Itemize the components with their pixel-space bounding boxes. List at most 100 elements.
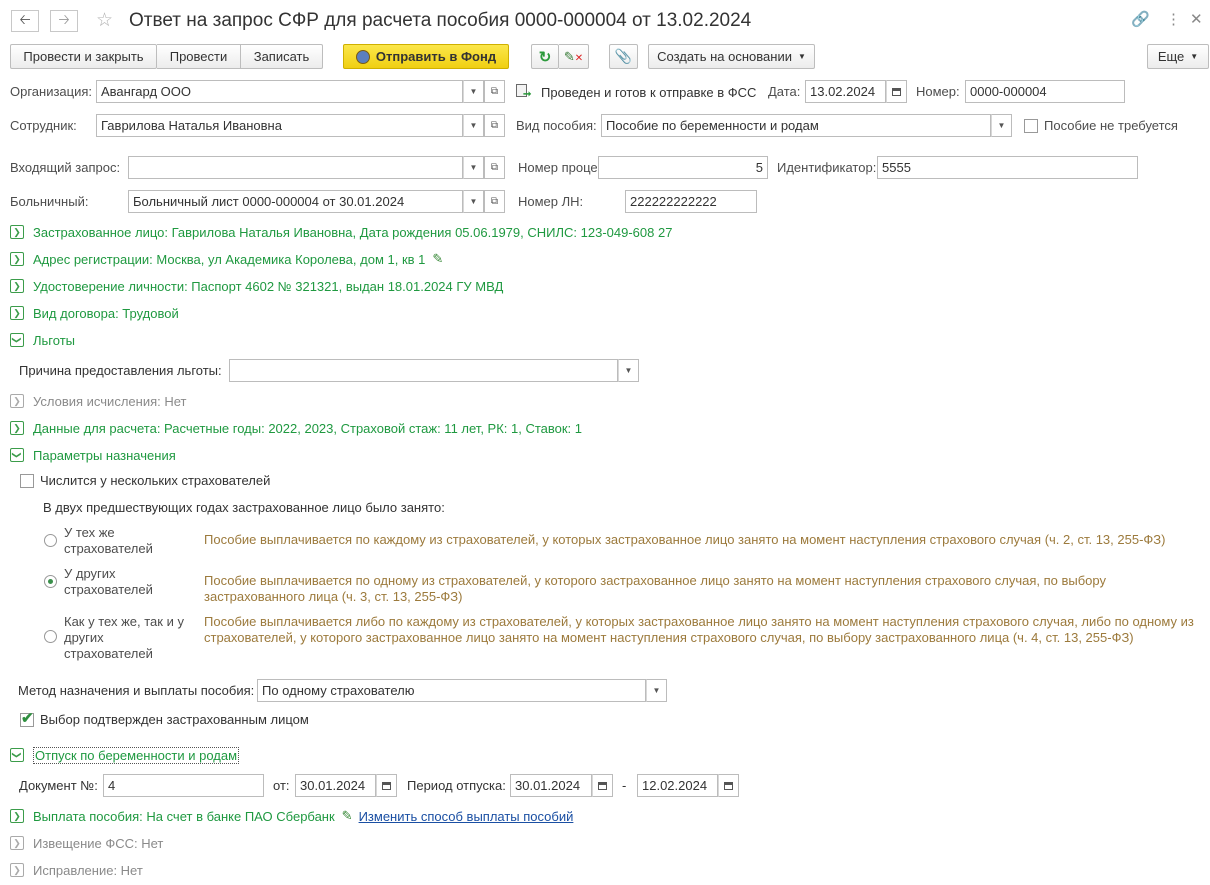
chevron-down-icon: ▼ [469,163,478,172]
radio-same-description: Пособие выплачивается по каждому из стра… [204,532,1166,547]
process-number-field[interactable]: 5 [598,156,768,179]
period-end-calendar-button[interactable] [718,774,739,797]
group-payment[interactable]: ❯ Выплата пособия: На счет в банке ПАО С… [10,807,573,825]
payment-text: Выплата пособия: На счет в банке ПАО Сбе… [33,808,335,824]
group-fss-notice[interactable]: ❯ Извещение ФСС: Нет [10,834,163,852]
group-calc-data[interactable]: ❯ Данные для расчета: Расчетные годы: 20… [10,419,582,437]
ln-number-label: Номер ЛН: [518,194,584,209]
incoming-request-dropdown[interactable]: ▼ [463,156,484,179]
identifier-label: Идентификатор: [777,160,877,175]
radio-same-insurers[interactable] [44,534,57,547]
group-correction[interactable]: ❯ Исправление: Нет [10,861,143,879]
open-window-icon: ⧉ [490,86,499,97]
chevron-right-icon: ❯ [10,809,24,823]
favorite-star-icon[interactable]: ☆ [96,10,113,32]
several-insurers-label: Числится у нескольких страхователей [40,473,271,488]
document-number-label: Документ №: [19,778,98,793]
radio-same-label: У тех же страхователей [64,525,153,556]
link-icon[interactable]: 🔗 [1131,10,1150,30]
chevron-right-icon: ❯ [10,394,24,408]
more-menu-button[interactable]: Еще ▼ [1147,44,1209,69]
period-start-calendar-button[interactable] [592,774,613,797]
ln-number-field[interactable]: 222222222222 [625,190,757,213]
sick-leave-open-button[interactable]: ⧉ [484,190,505,213]
incoming-request-open-button[interactable]: ⧉ [484,156,505,179]
clear-edit-button[interactable]: ✎✕ [559,44,589,69]
sick-leave-dropdown[interactable]: ▼ [463,190,484,213]
forward-button[interactable]: 🡢 [50,10,78,32]
date-field[interactable]: 13.02.2024 [805,80,886,103]
organization-field[interactable]: Авангард ООО [96,80,463,103]
from-date-label: от: [273,778,290,793]
benefit-reason-field[interactable] [229,359,618,382]
leave-period-label: Период отпуска: [407,778,506,793]
chevron-down-icon: ▼ [624,366,633,375]
number-field[interactable]: 0000-000004 [965,80,1125,103]
group-maternity[interactable]: ❯ Отпуск по беременности и родам [10,746,240,764]
radio-other-insurers[interactable] [44,575,57,588]
chevron-down-icon: ❯ [10,748,24,762]
paperclip-icon: 📎 [614,48,633,64]
send-to-fund-button[interactable]: Отправить в Фонд [343,44,509,69]
benefit-reason-label: Причина предоставления льготы: [19,363,222,378]
checkmark-icon: ✔ [21,710,34,727]
employee-dropdown[interactable]: ▼ [463,114,484,137]
sick-leave-field[interactable]: Больничный лист 0000-000004 от 30.01.202… [128,190,463,213]
change-payment-link[interactable]: Изменить способ выплаты пособий [359,809,574,824]
pencil-icon[interactable]: ✎ [342,808,353,824]
group-address[interactable]: ❯ Адрес регистрации: Москва, ул Академик… [10,250,443,268]
several-insurers-checkbox[interactable] [20,474,34,488]
chevron-right-icon: ❯ [10,306,24,320]
more-vertical-icon[interactable]: ⋮ [1166,10,1181,30]
address-text: Адрес регистрации: Москва, ул Академика … [33,251,426,267]
method-field[interactable]: По одному страхователю [257,679,646,702]
benefit-type-field[interactable]: Пособие по беременности и родам [601,114,991,137]
chevron-right-icon: ❯ [10,863,24,877]
group-params[interactable]: ❯ Параметры назначения [10,446,176,464]
open-window-icon: ⧉ [490,162,499,173]
group-calc-conditions[interactable]: ❯ Условия исчисления: Нет [10,392,186,410]
group-contract[interactable]: ❯ Вид договора: Трудовой [10,304,179,322]
calc-data-text: Данные для расчета: Расчетные годы: 2022… [33,420,583,436]
number-label: Номер: [916,84,960,99]
chevron-right-icon: ❯ [10,279,24,293]
pencil-icon[interactable]: ✎ [432,251,443,267]
period-end-field[interactable]: 12.02.2024 [637,774,718,797]
create-based-on-button[interactable]: Создать на основании ▼ [648,44,815,69]
from-date-calendar-button[interactable] [376,774,397,797]
from-date-field[interactable]: 30.01.2024 [295,774,376,797]
calendar-icon [724,781,733,790]
calendar-icon [892,87,901,96]
group-identity[interactable]: ❯ Удостоверение личности: Паспорт 4602 №… [10,277,503,295]
document-number-field[interactable]: 4 [103,774,264,797]
confirmed-checkbox[interactable]: ✔ [20,710,34,727]
group-benefits[interactable]: ❯ Льготы [10,331,75,349]
not-required-checkbox[interactable] [1024,119,1038,133]
identifier-field[interactable]: 5555 [877,156,1138,179]
calendar-icon [598,781,607,790]
benefit-reason-dropdown[interactable]: ▼ [618,359,639,382]
benefit-type-dropdown[interactable]: ▼ [991,114,1012,137]
period-start-field[interactable]: 30.01.2024 [510,774,592,797]
radio-both-description: Пособие выплачивается либо по каждому из… [204,614,1194,645]
post-and-close-button[interactable]: Провести и закрыть [10,44,157,69]
radio-both-insurers[interactable] [44,630,57,643]
employee-field[interactable]: Гаврилова Наталья Ивановна [96,114,463,137]
group-insured-person[interactable]: ❯ Застрахованное лицо: Гаврилова Наталья… [10,223,672,241]
attach-button[interactable]: 📎 [609,44,638,69]
refresh-button[interactable]: ↻ [531,44,559,69]
radio-other-label: У других страхователей [64,566,153,597]
incoming-request-field[interactable] [128,156,463,179]
organization-open-button[interactable]: ⧉ [484,80,505,103]
benefits-text: Льготы [33,332,76,348]
method-dropdown[interactable]: ▼ [646,679,667,702]
back-button[interactable]: 🡠 [11,10,39,32]
close-icon[interactable]: ✕ [1190,10,1203,30]
not-required-label: Пособие не требуется [1044,118,1178,133]
save-button[interactable]: Записать [241,44,323,69]
employee-open-button[interactable]: ⧉ [484,114,505,137]
post-button[interactable]: Провести [157,44,241,69]
organization-dropdown[interactable]: ▼ [463,80,484,103]
benefit-type-label: Вид пособия: [516,118,597,133]
date-calendar-button[interactable] [886,80,907,103]
